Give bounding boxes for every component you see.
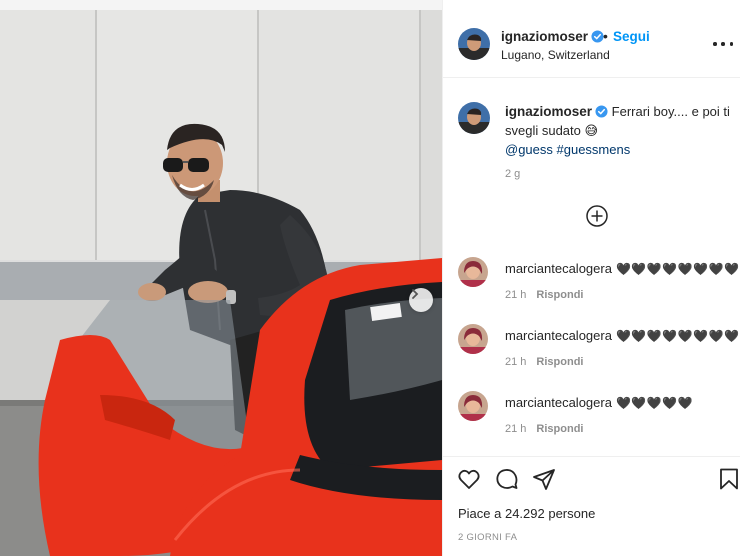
commenter-username[interactable]: marciantecalogera: [505, 328, 612, 343]
caption-username[interactable]: ignaziomoser: [505, 104, 592, 119]
bookmark-icon[interactable]: [717, 467, 740, 491]
commenter-username[interactable]: marciantecalogera: [505, 261, 612, 276]
avatar-image: [458, 102, 490, 134]
avatar-image: [458, 324, 488, 354]
comment-text: marciantecalogera 🖤🖤🖤🖤🖤🖤🖤🖤: [505, 261, 739, 276]
follow-button[interactable]: Segui: [613, 29, 650, 44]
post-side-panel: ignaziomoser • Segui Lugano, Switzerland…: [442, 0, 740, 556]
commenter-avatar[interactable]: [458, 257, 488, 287]
comment-item: marciantecalogera 🖤🖤🖤🖤🖤 21 h Rispondi: [443, 391, 740, 457]
comment-item: marciantecalogera 🖤🖤🖤🖤🖤🖤🖤🖤 21 h Rispondi: [443, 324, 740, 390]
comment-time: 21 h: [505, 289, 527, 301]
post-date: 2 GIORNI FA: [458, 532, 518, 543]
caption-text: ignaziomoser Ferrari boy.... e poi ti sv…: [505, 102, 730, 159]
comment-body: 🖤🖤🖤🖤🖤🖤🖤🖤: [615, 329, 740, 343]
separator-dot: •: [603, 28, 608, 44]
comment-meta: 21 h Rispondi: [505, 289, 583, 301]
commenter-username[interactable]: marciantecalogera: [505, 395, 612, 410]
paper-plane-icon[interactable]: [532, 467, 556, 491]
caption-avatar[interactable]: [458, 102, 490, 134]
comment-text: marciantecalogera 🖤🖤🖤🖤🖤🖤🖤🖤: [505, 328, 739, 343]
comment-item: marciantecalogera 🖤🖤🖤🖤🖤🖤🖤🖤 21 h Rispondi: [443, 257, 740, 323]
comment-bubble-icon[interactable]: [495, 467, 519, 491]
comment-time: 21 h: [505, 423, 527, 435]
post-header: ignaziomoser • Segui Lugano, Switzerland: [443, 0, 740, 78]
author-avatar[interactable]: [458, 28, 490, 60]
comment-body: 🖤🖤🖤🖤🖤🖤🖤🖤: [615, 262, 740, 276]
commenter-avatar[interactable]: [458, 391, 488, 421]
commenter-avatar[interactable]: [458, 324, 488, 354]
carousel-next-button[interactable]: [409, 288, 433, 312]
comment-text: marciantecalogera 🖤🖤🖤🖤🖤: [505, 395, 693, 410]
comment-meta: 21 h Rispondi: [505, 423, 583, 435]
hashtag-link[interactable]: #guessmens: [557, 142, 631, 157]
reply-button[interactable]: Rispondi: [536, 289, 583, 301]
chevron-right-icon: [412, 289, 419, 299]
mention-link[interactable]: @guess: [505, 142, 553, 157]
author-username[interactable]: ignaziomoser: [501, 29, 604, 44]
verified-badge-icon: [595, 105, 608, 118]
reply-button[interactable]: Rispondi: [536, 423, 583, 435]
avatar-image: [458, 257, 488, 287]
heart-icon[interactable]: [457, 467, 481, 491]
reply-button[interactable]: Rispondi: [536, 356, 583, 368]
avatar-image: [458, 28, 490, 60]
caption-time: 2 g: [505, 168, 521, 180]
comment-meta: 21 h Rispondi: [505, 356, 583, 368]
comment-time: 21 h: [505, 356, 527, 368]
post-location[interactable]: Lugano, Switzerland: [501, 48, 610, 62]
avatar-image: [458, 391, 488, 421]
likes-count[interactable]: Piace a 24.292 persone: [458, 506, 595, 521]
photo-illustration: [0, 0, 442, 556]
author-username-text[interactable]: ignaziomoser: [501, 29, 588, 44]
plus-circle-icon[interactable]: [586, 205, 608, 227]
caption-tags: @guess #guessmens: [505, 140, 730, 159]
action-bar: [443, 456, 740, 500]
comment-body: 🖤🖤🖤🖤🖤: [615, 396, 694, 410]
more-options-icon[interactable]: [713, 34, 733, 54]
post-photo[interactable]: [0, 0, 442, 556]
